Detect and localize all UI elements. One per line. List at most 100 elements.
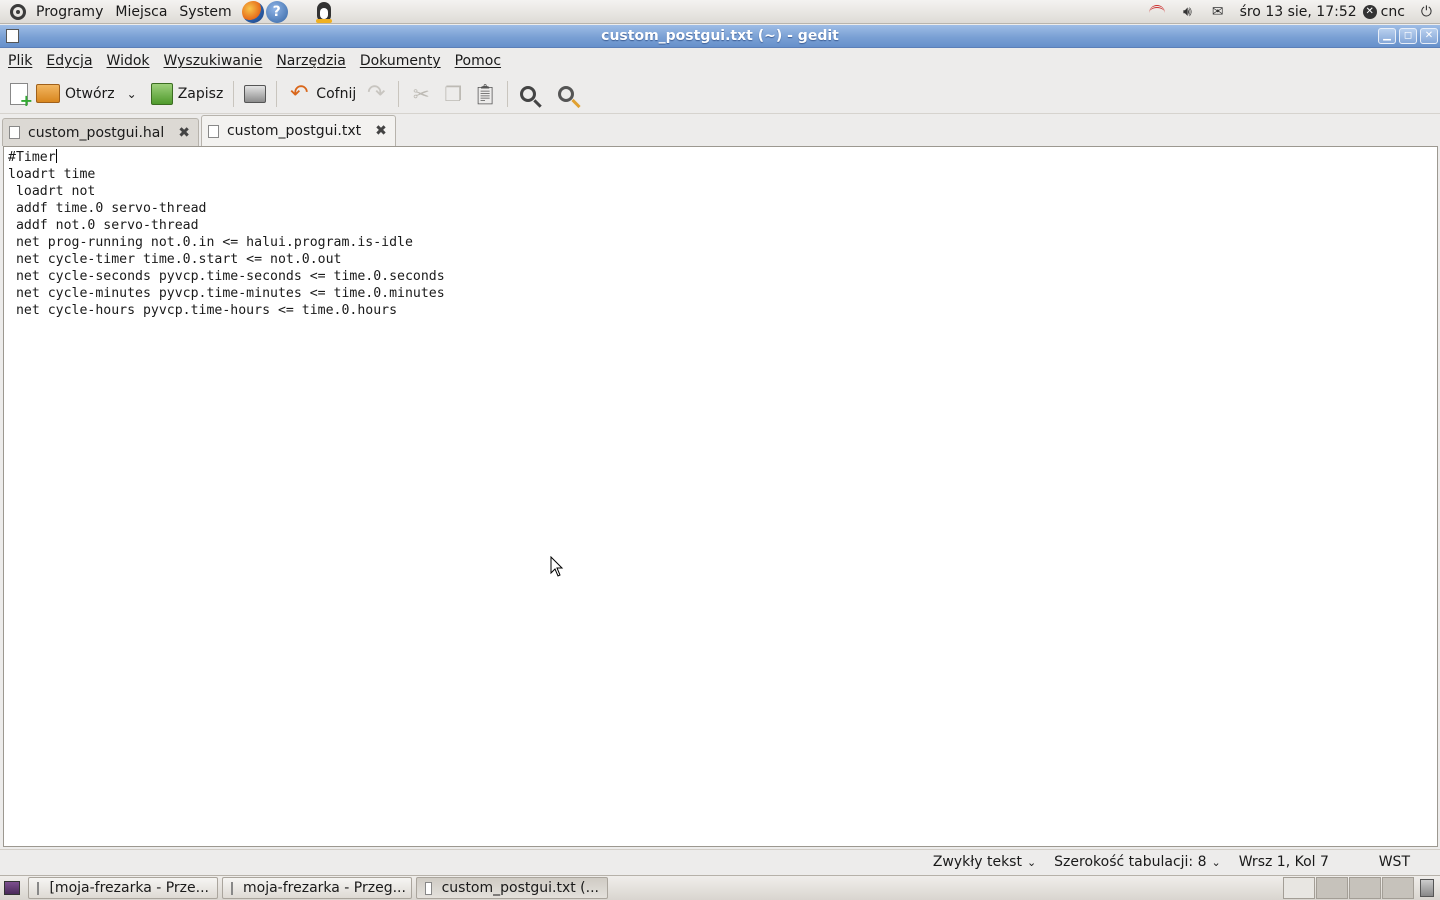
menu-widok[interactable]: Widok — [101, 53, 156, 69]
workspace-4[interactable] — [1382, 877, 1414, 899]
find-button[interactable] — [514, 77, 548, 111]
redo-icon: ↷ — [367, 81, 386, 106]
tab-label: custom_postgui.txt — [226, 123, 362, 139]
task-label: moja-frezarka - Przeg... — [243, 880, 406, 896]
workspace-3[interactable] — [1349, 877, 1381, 899]
help-launcher-icon[interactable]: ? — [265, 0, 288, 23]
chevron-down-icon: ⌄ — [1211, 855, 1221, 869]
document-icon — [9, 126, 20, 139]
document-icon — [207, 124, 219, 138]
maximize-button[interactable]: ◻ — [1399, 28, 1417, 44]
tab-label: custom_postgui.hal — [28, 124, 165, 141]
menu-edycja[interactable]: Edycja — [40, 53, 98, 69]
firefox-launcher-icon[interactable] — [241, 0, 264, 23]
toolbar-separator — [507, 80, 509, 107]
undo-icon: ↶ — [290, 81, 309, 106]
save-icon — [150, 82, 173, 105]
show-desktop-icon[interactable] — [4, 881, 20, 895]
editor-line: #Timer — [8, 150, 56, 165]
clock[interactable]: śro 13 sie, 17:52 — [1234, 0, 1363, 24]
text-editor[interactable]: #Timer loadrt time loadrt not addf time.… — [3, 146, 1438, 847]
clipboard-icon: 📋︎ — [472, 81, 498, 106]
panel-menu-miejsca[interactable]: Miejsca — [109, 0, 173, 24]
window-title-bar[interactable]: custom_postgui.txt (~) - gedit ▁ ◻ ✕ — [0, 25, 1440, 48]
taskbar-item-file-manager-2[interactable]: moja-frezarka - Przeg... — [222, 877, 412, 899]
close-tab-icon[interactable]: ✖ — [178, 125, 190, 141]
user-status-icon: ✕ — [1362, 4, 1377, 19]
folder-open-icon — [36, 84, 60, 103]
copy-button[interactable]: ❐ — [437, 77, 469, 111]
task-label: custom_postgui.txt (... — [441, 880, 599, 896]
mouse-pointer-icon — [550, 556, 564, 577]
menu-bar: Plik Edycja Widok Wyszukiwanie Narzędzia… — [0, 49, 1440, 73]
menu-narzedzia[interactable]: Narzędzia — [270, 53, 351, 69]
taskbar-item-gedit[interactable]: custom_postgui.txt (... — [416, 877, 608, 899]
toolbar-separator — [398, 80, 400, 107]
volume-icon[interactable]: 🔊︎ — [1183, 4, 1192, 20]
save-button[interactable]: Zapisz — [147, 77, 228, 111]
new-document-icon — [10, 82, 33, 110]
editor-line: net cycle-hours pyvcp.time-hours <= time… — [8, 303, 398, 318]
tab-width-label: Szerokość tabulacji: 8 — [1054, 854, 1207, 870]
workspace-2[interactable] — [1316, 877, 1348, 899]
mail-icon[interactable]: ✉ — [1212, 4, 1224, 20]
search-icon — [520, 85, 537, 102]
window-app-icon[interactable] — [6, 29, 19, 43]
top-panel: Programy Miejsca System ? 🔊︎ ✉ śro 13 si… — [0, 0, 1440, 24]
minimize-button[interactable]: ▁ — [1378, 28, 1396, 44]
editor-line: loadrt time — [8, 167, 96, 182]
folder-icon — [231, 881, 233, 895]
window-title: custom_postgui.txt (~) - gedit — [601, 28, 839, 44]
close-tab-icon[interactable]: ✖ — [375, 123, 387, 139]
editor-line: loadrt not — [8, 184, 96, 199]
paste-button[interactable]: 📋︎ — [469, 77, 501, 111]
chevron-down-icon[interactable]: ⌄ — [127, 87, 137, 101]
document-tabs: custom_postgui.hal ✖ custom_postgui.txt … — [0, 115, 1440, 146]
print-button[interactable] — [240, 77, 270, 111]
task-label: [moja-frezarka - Prze... — [49, 880, 209, 896]
tab-width-selector[interactable]: Szerokość tabulacji: 8 ⌄ — [1045, 854, 1230, 870]
redo-button[interactable]: ↷ — [360, 77, 392, 111]
panel-menu-programy[interactable]: Programy — [30, 0, 109, 24]
new-document-button[interactable] — [6, 77, 33, 111]
bottom-panel: [moja-frezarka - Prze... moja-frezarka -… — [0, 875, 1440, 900]
tux-launcher-icon[interactable] — [314, 1, 334, 23]
menu-wyszukiwanie[interactable]: Wyszukiwanie — [158, 53, 269, 69]
toolbar: Otwórz ⌄ Zapisz ↶ Cofnij ↷ ✂ ❐ 📋︎ — [0, 74, 1440, 114]
editor-line: net cycle-minutes pyvcp.time-minutes <= … — [8, 286, 445, 301]
menu-plik[interactable]: Plik — [2, 53, 38, 69]
editor-line: net prog-running not.0.in <= halui.progr… — [8, 235, 413, 250]
taskbar-item-file-manager-1[interactable]: [moja-frezarka - Prze... — [28, 877, 218, 899]
trash-icon[interactable] — [1420, 879, 1434, 897]
status-bar: Zwykły tekst ⌄ Szerokość tabulacji: 8 ⌄ Wr… — [0, 849, 1440, 874]
network-icon[interactable] — [1149, 4, 1165, 19]
toolbar-separator — [276, 80, 278, 107]
text-caret — [55, 149, 57, 163]
save-label: Zapisz — [177, 85, 224, 102]
menu-pomoc[interactable]: Pomoc — [449, 53, 507, 69]
cursor-position: Wrsz 1, Kol 7 — [1238, 854, 1329, 870]
tab-custom-postgui-txt[interactable]: custom_postgui.txt ✖ — [200, 115, 396, 146]
user-name[interactable]: cnc — [1381, 0, 1411, 24]
find-replace-icon — [558, 85, 575, 102]
replace-button[interactable] — [548, 77, 586, 111]
insert-mode: WST — [1378, 854, 1410, 870]
toolbar-separator — [233, 80, 235, 107]
editor-content[interactable]: #Timer loadrt time loadrt not addf time.… — [4, 147, 1437, 319]
menu-dokumenty[interactable]: Dokumenty — [354, 53, 447, 69]
ubuntu-logo-icon[interactable] — [10, 3, 26, 20]
undo-label: Cofnij — [316, 85, 357, 102]
tab-custom-postgui-hal[interactable]: custom_postgui.hal ✖ — [2, 118, 199, 146]
open-button[interactable]: Otwórz ⌄ — [32, 77, 141, 111]
panel-menu-system[interactable]: System — [173, 0, 237, 24]
power-icon[interactable]: ⏻ — [1421, 4, 1432, 20]
cut-button[interactable]: ✂ — [405, 77, 437, 111]
language-selector[interactable]: Zwykły tekst ⌄ — [924, 854, 1045, 870]
workspace-1[interactable] — [1283, 877, 1315, 899]
close-window-button[interactable]: ✕ — [1420, 28, 1438, 44]
editor-line: addf time.0 servo-thread — [8, 201, 207, 216]
open-label: Otwórz — [65, 85, 115, 102]
undo-button[interactable]: ↶ Cofnij — [283, 77, 360, 111]
scissors-icon: ✂ — [412, 81, 430, 106]
printer-icon — [244, 84, 267, 103]
